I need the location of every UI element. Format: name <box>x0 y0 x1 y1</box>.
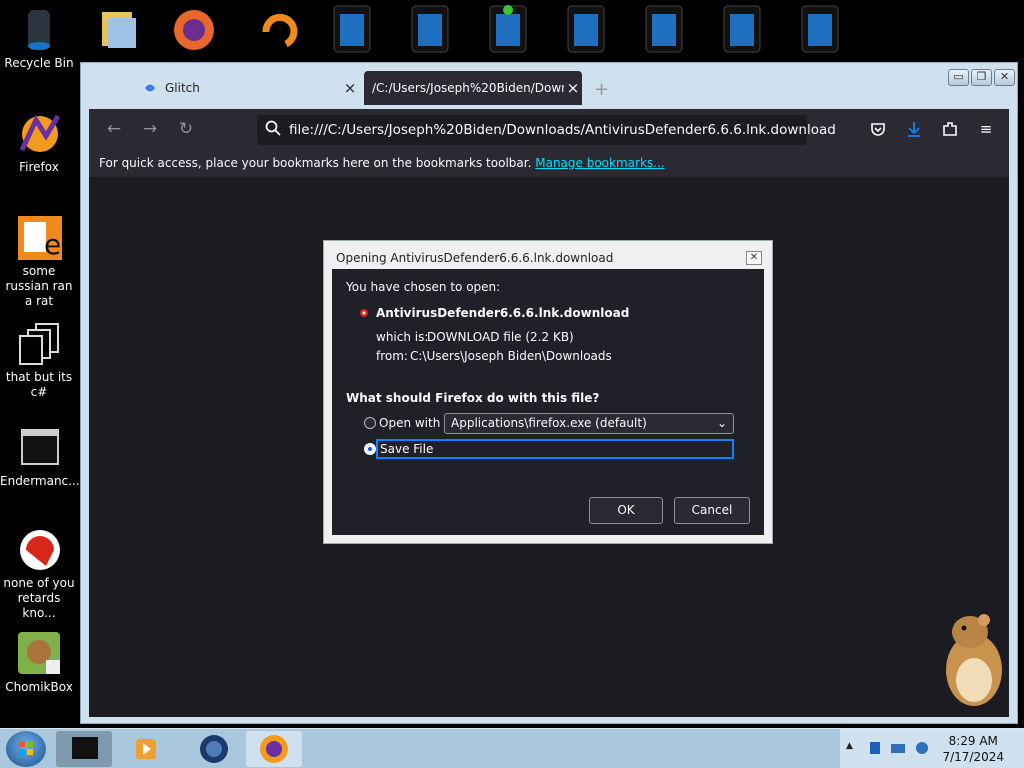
url-text: file:///C:/Users/Joseph%20Biden/Download… <box>289 122 836 138</box>
taskbar-app-terminal[interactable] <box>56 731 112 767</box>
save-file-label: Save File <box>380 442 434 456</box>
desktop-icon-none-of-you[interactable]: none of you retards kno... <box>0 526 78 621</box>
maximize-button[interactable]: ❐ <box>971 69 992 86</box>
pocket-icon[interactable] <box>867 118 889 140</box>
open-with-radio[interactable] <box>364 417 376 429</box>
glitch-favicon-icon <box>143 81 157 95</box>
minimize-button[interactable]: ▭ <box>948 69 969 86</box>
file-name: AntivirusDefender6.6.6.lnk.download <box>376 306 630 320</box>
download-icon[interactable] <box>903 118 925 140</box>
system-tray: ▲ 8:29 AM 7/17/2024 <box>840 729 1024 768</box>
window-caption-buttons: ▭ ❐ ✕ <box>948 69 1015 86</box>
desktop-icon-label: ChomikBox <box>5 680 73 694</box>
open-with-value: Applications\firefox.exe (default) <box>451 416 647 430</box>
tab-close-icon[interactable]: × <box>341 79 359 97</box>
ok-button[interactable]: OK <box>589 497 663 524</box>
clock[interactable]: 8:29 AM 7/17/2024 <box>942 733 1004 765</box>
open-with-select[interactable]: Applications\firefox.exe (default) ⌄ <box>444 413 734 434</box>
which-is-value: DOWNLOAD file (2.2 KB) <box>427 330 574 344</box>
tab-strip: Glitch × /C:/Users/Joseph%20Biden/Downlo… <box>89 69 937 109</box>
forward-arrow-icon[interactable]: → <box>139 118 161 140</box>
dialog-title: Opening AntivirusDefender6.6.6.lnk.downl… <box>336 251 614 265</box>
tab-glitch[interactable]: Glitch × <box>129 71 359 105</box>
red-circle-app-icon <box>16 526 62 572</box>
open-file-dialog: Opening AntivirusDefender6.6.6.lnk.downl… <box>323 240 773 544</box>
open-with-label[interactable]: Open with <box>379 416 440 430</box>
recycle-bin-icon <box>16 6 62 52</box>
desktop-icon-label: Endermanc... <box>0 474 80 488</box>
dialog-close-icon[interactable]: ✕ <box>746 251 762 265</box>
bookmarks-hint: For quick access, place your bookmarks h… <box>99 156 532 170</box>
tablet-icon-7[interactable] <box>798 4 842 54</box>
desktop-icon-chomikbox[interactable]: ChomikBox <box>0 630 78 695</box>
firefox-icon <box>16 110 62 156</box>
chosen-label: You have chosen to open: <box>346 280 501 294</box>
taskbar: ▲ 8:29 AM 7/17/2024 <box>0 728 1024 768</box>
app-icon-top-3[interactable] <box>256 4 300 54</box>
close-window-button[interactable]: ✕ <box>994 69 1015 86</box>
from-label: from: <box>376 349 408 363</box>
desktop-icon-russian-rat[interactable]: e some russian ran a rat <box>0 214 78 309</box>
svg-text:e: e <box>44 228 61 260</box>
desktop-screen: Recycle Bin Firefox e some russian ran a… <box>0 0 1024 768</box>
file-type-icon <box>358 307 370 322</box>
desktop-icon-firefox[interactable]: Firefox <box>0 110 78 175</box>
menu-icon[interactable]: ≡ <box>975 118 997 140</box>
clock-date: 7/17/2024 <box>942 750 1004 764</box>
desktop-icon-endermanch[interactable]: Endermanc... <box>0 424 80 489</box>
desktop-icon-recycle-bin[interactable]: Recycle Bin <box>0 6 78 71</box>
desktop-icon-label: Firefox <box>19 160 59 174</box>
tab-close-icon[interactable]: × <box>564 79 582 97</box>
reload-icon[interactable]: ↻ <box>175 118 197 140</box>
nav-toolbar: ← → ↻ file:///C:/Users/Joseph%20Biden/Do… <box>89 109 1009 149</box>
manage-bookmarks-link[interactable]: Manage bookmarks... <box>535 156 664 170</box>
tab-label: /C:/Users/Joseph%20Biden/Downlo <box>372 81 564 95</box>
desktop-icon-label: some russian ran a rat <box>5 264 73 308</box>
from-value: C:\Users\Joseph Biden\Downloads <box>410 349 612 363</box>
tablet-icon-6[interactable] <box>720 4 764 54</box>
url-bar[interactable]: file:///C:/Users/Joseph%20Biden/Download… <box>257 115 836 145</box>
dialog-body: You have chosen to open: AntivirusDefend… <box>332 269 764 535</box>
tab-file-download[interactable]: /C:/Users/Joseph%20Biden/Downlo × <box>364 71 582 105</box>
taskbar-app-media-player[interactable] <box>120 731 176 767</box>
desktop-icon-label: that but its c# <box>5 370 73 399</box>
extensions-icon[interactable] <box>939 118 961 140</box>
new-tab-button[interactable]: + <box>594 79 609 100</box>
dialog-question: What should Firefox do with this file? <box>346 391 600 405</box>
desktop-icon-label: Recycle Bin <box>4 56 74 70</box>
taskbar-app-firefox[interactable] <box>246 731 302 767</box>
tab-label: Glitch <box>165 81 200 95</box>
taskbar-app-globe[interactable] <box>186 731 242 767</box>
save-file-option[interactable]: Save File <box>376 439 734 459</box>
search-icon <box>265 120 281 140</box>
clock-time: 8:29 AM <box>948 734 998 748</box>
desktop-icon-that-but-its-csharp[interactable]: that but its c# <box>0 320 78 400</box>
window-app-icon <box>16 424 62 470</box>
desktop-icon-label: none of you retards kno... <box>3 576 75 620</box>
tablet-icon-3[interactable] <box>486 4 530 54</box>
volume-icon[interactable] <box>914 740 930 760</box>
tablet-icon-1[interactable] <box>330 4 374 54</box>
which-is-label: which is: <box>376 330 429 344</box>
app-icon-top-2[interactable] <box>172 4 216 54</box>
windows-stack-icon <box>16 320 62 366</box>
hamster-sticker <box>940 608 1006 708</box>
tablet-icon-5[interactable] <box>642 4 686 54</box>
tray-expand-icon[interactable]: ▲ <box>846 741 853 751</box>
back-arrow-icon[interactable]: ← <box>103 118 125 140</box>
app-icon-top-1[interactable] <box>96 4 140 54</box>
save-file-radio[interactable] <box>364 443 376 455</box>
start-button[interactable] <box>6 731 46 767</box>
tablet-icon-4[interactable] <box>564 4 608 54</box>
cancel-button[interactable]: Cancel <box>674 497 750 524</box>
chevron-down-icon: ⌄ <box>716 416 727 430</box>
script-file-icon: e <box>16 214 62 261</box>
hamster-app-icon <box>16 630 62 676</box>
network-icon[interactable] <box>868 740 882 760</box>
bookmarks-toolbar: For quick access, place your bookmarks h… <box>89 149 1009 177</box>
display-icon[interactable] <box>890 741 906 760</box>
tablet-icon-2[interactable] <box>408 4 452 54</box>
